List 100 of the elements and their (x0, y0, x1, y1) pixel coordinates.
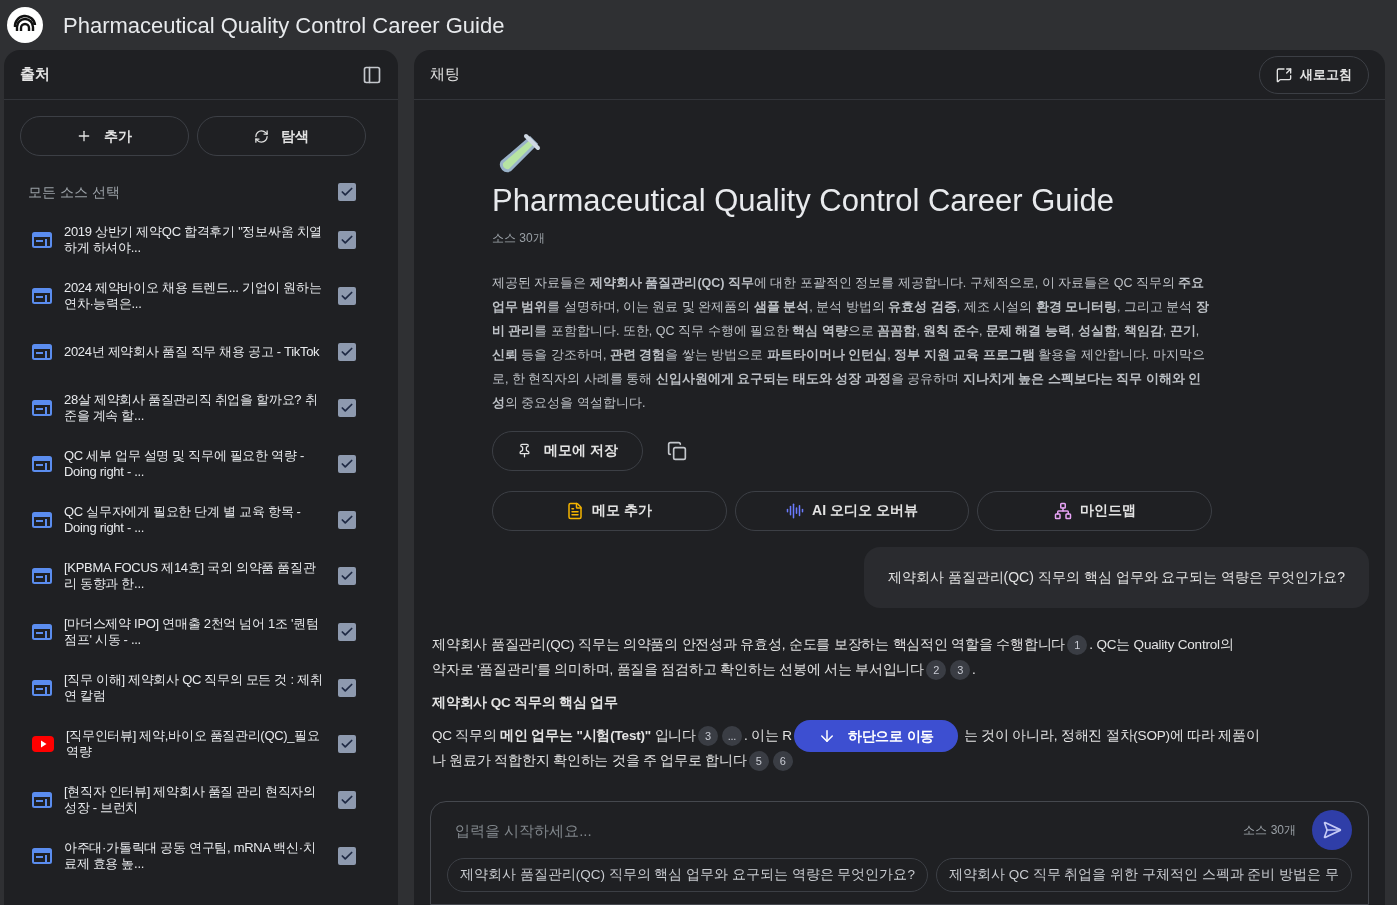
source-item[interactable]: QC 세부 업무 설명 및 직무에 필요한 역량 - Doing right - ... (4, 436, 398, 492)
checkbox[interactable] (337, 343, 356, 361)
source-title: [현직자 인터뷰] 제약회사 품질 관리 현직자의 성장 - 브런치 (64, 783, 317, 817)
answer-text: 는 것이 아니라, 정해진 절차(SOP)에 따라 제품이 (963, 727, 1260, 743)
check-icon (339, 185, 354, 199)
send-button[interactable] (1312, 810, 1352, 850)
source-title: 2019 상반기 제약QC 합격후기 "정보싸움 치열하게 하셔야... (64, 223, 323, 257)
answer-text: 제약회사 품질관리(QC) 직무는 의약품의 안전성과 유효성, 순도를 보장하는 핵심적인 역할을 수행합니다 (431, 636, 1066, 652)
app-logo-icon[interactable] (7, 7, 43, 43)
answer-text: 제약회사 QC 직무의 핵심 업무 (431, 694, 618, 710)
source-item[interactable]: [현직자 인터뷰] 제약회사 품질 관리 현직자의 성장 - 브런치 (4, 772, 398, 828)
checkbox[interactable] (337, 399, 356, 417)
check-icon (339, 737, 354, 751)
web-page-icon (32, 568, 52, 584)
source-title: [직무 이해] 제약회사 QC 직무의 모든 것 : 제취연 칼럼 (64, 671, 324, 705)
check-icon (339, 401, 354, 415)
source-item[interactable]: [직무 이해] 제약회사 QC 직무의 모든 것 : 제취연 칼럼 (4, 660, 398, 716)
user-message: 제약회사 품질관리(QC) 직무의 핵심 업무와 요구되는 역량은 무엇인가요? (863, 546, 1369, 608)
web-page-icon (32, 848, 52, 864)
check-icon (339, 569, 354, 583)
web-page-icon (32, 680, 52, 696)
checkbox[interactable] (337, 567, 356, 585)
web-page-icon (32, 792, 52, 808)
source-item[interactable]: 2019 상반기 제약QC 합격후기 "정보싸움 치열하게 하셔야... (4, 212, 398, 268)
checkbox[interactable] (337, 847, 356, 865)
check-icon (339, 625, 354, 639)
check-icon (339, 513, 354, 527)
source-title: 아주대·가톨릭대 공동 연구팀, mRNA 백신·치료제 효용 높... (64, 839, 317, 873)
summary-text: 제공된 자료들은 제약회사 품질관리(QC) 직무에 대한 포괄적인 정보를 제공합니다. 구체적으로, 이 자료들은 QC 직무의 주요 업무 범위를 설명하며, 이는 원료 및 완제품의 샘플 분석, 분석 방법의 유효성 검증, 제조 시설의 환경 모니터링, 그리고 분석 장비 관리를 포함합니다. 또한, QC 직무 수행에 필요한 핵심 역량으로 꼼꼼함, 원칙 준수, 문제 해결 능력, 성실함, 책임감, 끈기, 신뢰 등을 강조하며, 관련 경험을 쌓는 방법으로 파트타이머나 인턴십, 정부 지원 교육 프로그램 활용을 제안합니다. 마지막으로, 한 현직자의 사례를 통해 신입사원에게 요구되는 태도와 성장 과정을 공유하며 지나치게 높은 스펙보다는 직무 이해와 인성의 중요성을 역설합니다. (491, 274, 1210, 412)
copy-icon[interactable] (666, 440, 687, 461)
source-title: [직무인터뷰] 제약,바이오 품질관리(QC)_필요역량 (66, 727, 321, 761)
source-item[interactable]: [KPBMA FOCUS 제14호] 국외 의약품 품질관리 동향과 한... (4, 548, 398, 604)
check-icon (339, 849, 354, 863)
source-item[interactable]: [직무인터뷰] 제약,바이오 품질관리(QC)_필요역량 (4, 716, 398, 772)
collapse-panel-icon[interactable] (361, 64, 382, 85)
checkbox[interactable] (337, 623, 356, 641)
source-title: 2024년 제약회사 품질 직무 채용 공고 - TikTok (64, 343, 321, 361)
play-logo-icon (32, 736, 54, 752)
citation-chip[interactable]: 2 (926, 660, 947, 681)
check-icon (339, 345, 354, 359)
checkbox[interactable] (337, 287, 356, 305)
web-page-icon (32, 512, 52, 528)
web-page-icon (32, 232, 52, 248)
source-item[interactable]: [마더스제약 IPO] 연매출 2천억 넘어 1조 '퀀텀점프' 시동 - ... (4, 604, 398, 660)
source-title: QC 세부 업무 설명 및 직무에 필요한 역량 - Doing right - ... (64, 447, 305, 481)
checkbox[interactable] (337, 791, 356, 809)
citation-chip[interactable]: 5 (748, 751, 769, 772)
checkbox[interactable] (337, 511, 356, 529)
panel-title: 출처 (20, 64, 50, 85)
send-icon (1322, 820, 1342, 840)
web-page-icon (32, 624, 52, 640)
source-title: QC 실무자에게 필요한 단계 별 교육 항목 - Doing right - ... (64, 503, 302, 537)
check-icon (339, 289, 354, 303)
web-page-icon (32, 288, 52, 304)
chat-refresh-icon (1276, 66, 1292, 83)
answer-text: . 이는 R (743, 727, 792, 743)
window-title: Pharmaceutical Quality Control Career Guide (63, 11, 505, 40)
source-title: 2024 제약바이오 채용 트렌드... 기업이 원하는 연차·능력은... (64, 279, 323, 313)
checkbox[interactable] (337, 183, 356, 201)
select-all-label: 모든 소스 선택 (28, 182, 120, 202)
document-icon (566, 501, 585, 520)
answer-text: . (972, 661, 976, 677)
mind-map-icon (1053, 501, 1072, 520)
source-item[interactable]: 아주대·가톨릭대 공동 연구팀, mRNA 백신·치료제 효용 높... (4, 828, 398, 884)
answer-text: . QC는 Quality Control의 (1089, 636, 1234, 652)
answer-text: 나 원료가 적합한지 확인하는 것을 주 업무로 합니다 (431, 752, 747, 768)
check-icon (339, 681, 354, 695)
citation-chip[interactable]: 6 (772, 751, 793, 772)
source-count: 소스 30개 (491, 229, 546, 247)
source-item[interactable]: 2024년 제약회사 품질 직무 채용 공고 - TikTok (4, 324, 398, 380)
source-title: 28살 제약회사 품질관리직 취업을 할까요? 취준을 계속 할... (64, 391, 319, 425)
citation-chip[interactable]: 1 (1067, 635, 1088, 656)
chat-input-field[interactable]: 입력을 시작하세요... (446, 810, 1228, 850)
checkbox[interactable] (337, 455, 356, 473)
web-page-icon (32, 400, 52, 416)
chat-input-box[interactable]: 입력을 시작하세요... 소스 30개 제약회사 품질관리(QC) 직무의 핵심 업무와 요구되는 역량은 무엇인가요? 제약회사 QC 직무 취업을 위한 구체적인 스펙과 준비 방법은 무 (429, 801, 1369, 905)
answer-text: 약자로 '품질관리'를 의미하며, 품질을 점검하고 확인하는 선봉에 서는 부서입니다 (431, 661, 925, 677)
source-title: [마더스제약 IPO] 연매출 2천억 넘어 1조 '퀀텀점프' 시동 - ... (64, 615, 320, 649)
check-icon (339, 457, 354, 471)
waveform-icon (786, 501, 805, 520)
web-page-icon (32, 456, 52, 472)
citation-chip[interactable]: 3 (697, 726, 718, 747)
source-item[interactable]: 2024 제약바이오 채용 트렌드... 기업이 원하는 연차·능력은... (4, 268, 398, 324)
source-item[interactable]: QC 실무자에게 필요한 단계 별 교육 항목 - Doing right - ... (4, 492, 398, 548)
pin-icon (516, 443, 532, 459)
web-page-icon (32, 344, 52, 360)
checkbox[interactable] (337, 735, 356, 753)
check-icon (339, 793, 354, 807)
citation-chip[interactable]: 3 (950, 660, 971, 681)
checkbox[interactable] (337, 231, 356, 249)
source-item[interactable]: 28살 제약회사 품질관리직 취업을 할까요? 취준을 계속 할... (4, 380, 398, 436)
panel-title: 채팅 (429, 64, 460, 85)
checkbox[interactable] (337, 679, 356, 697)
notebook-title: Pharmaceutical Quality Control Career Guide (491, 182, 1115, 220)
check-icon (339, 233, 354, 247)
answer-text: QC 직무의 메인 업무는 "시험(Test)" 입니다 (431, 727, 696, 743)
citation-chip[interactable]: ... (721, 726, 742, 747)
scroll-to-bottom-button[interactable]: 하단으로 이동 (793, 720, 959, 753)
source-count: 소스 30개 (1243, 822, 1296, 839)
source-title: [KPBMA FOCUS 제14호] 국외 의약품 품질관리 동향과 한... (64, 559, 317, 593)
